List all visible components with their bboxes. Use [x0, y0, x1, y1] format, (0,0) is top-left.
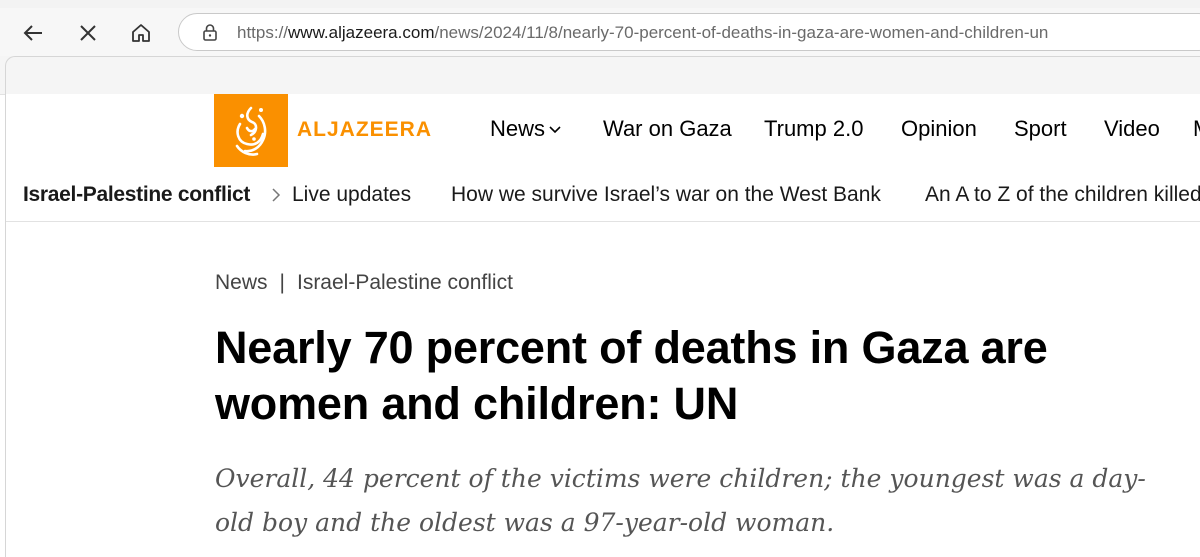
article-standfirst: Overall, 44 percent of the victims were … — [215, 464, 1146, 537]
chevron-right-icon — [272, 188, 281, 202]
chevron-down-icon — [549, 126, 561, 134]
address-bar[interactable]: https://www.aljazeera.com/news/2024/11/8… — [178, 13, 1200, 51]
back-button[interactable] — [18, 18, 48, 48]
aljazeera-emblem-icon — [235, 106, 267, 156]
site-header: ALJAZEERA News War on Gaza Trump 2.0 Opi… — [6, 94, 1200, 168]
topic-bar: Israel-Palestine conflict Live updates H… — [6, 167, 1200, 222]
nav-item-more[interactable]: M — [1193, 116, 1200, 142]
logo-wordmark[interactable]: ALJAZEERA — [297, 118, 432, 142]
topic-link-west-bank[interactable]: How we survive Israel’s war on the West … — [451, 183, 881, 207]
nav-item-label: News — [490, 116, 546, 141]
url-host: www.aljazeera.com — [288, 23, 435, 42]
browser-toolbar: https://www.aljazeera.com/news/2024/11/8… — [0, 8, 1200, 56]
url-prefix: https:// — [237, 23, 289, 42]
nav-item-opinion[interactable]: Opinion — [901, 116, 977, 142]
home-icon — [132, 24, 150, 42]
nav-item-news[interactable]: News — [490, 116, 561, 142]
nav-item-war-on-gaza[interactable]: War on Gaza — [603, 116, 732, 142]
nav-item-trump[interactable]: Trump 2.0 — [764, 116, 863, 142]
breadcrumb-news[interactable]: News — [215, 271, 268, 294]
breadcrumb: News | Israel-Palestine conflict — [215, 271, 513, 295]
nav-item-sport[interactable]: Sport — [1014, 116, 1067, 142]
topic-link-live-updates[interactable]: Live updates — [292, 183, 411, 207]
close-icon — [80, 25, 96, 41]
stop-button[interactable] — [73, 18, 103, 48]
url-text[interactable]: https://www.aljazeera.com/news/2024/11/8… — [237, 23, 1048, 43]
back-arrow-icon — [23, 25, 42, 41]
nav-item-video[interactable]: Video — [1104, 116, 1160, 142]
aljazeera-logo[interactable] — [214, 94, 288, 167]
article-headline: Nearly 70 percent of deaths in Gaza are … — [215, 322, 1048, 429]
breadcrumb-separator: | — [279, 271, 285, 294]
home-button[interactable] — [126, 18, 156, 48]
lock-icon[interactable] — [201, 23, 219, 41]
url-path: /news/2024/11/8/nearly-70-percent-of-dea… — [434, 23, 1049, 42]
topic-link-a-to-z[interactable]: An A to Z of the children killed — [925, 183, 1200, 207]
breadcrumb-topic[interactable]: Israel-Palestine conflict — [297, 271, 513, 294]
browser-bar-gap — [0, 56, 1200, 95]
topic-main-link[interactable]: Israel-Palestine conflict — [23, 183, 250, 207]
